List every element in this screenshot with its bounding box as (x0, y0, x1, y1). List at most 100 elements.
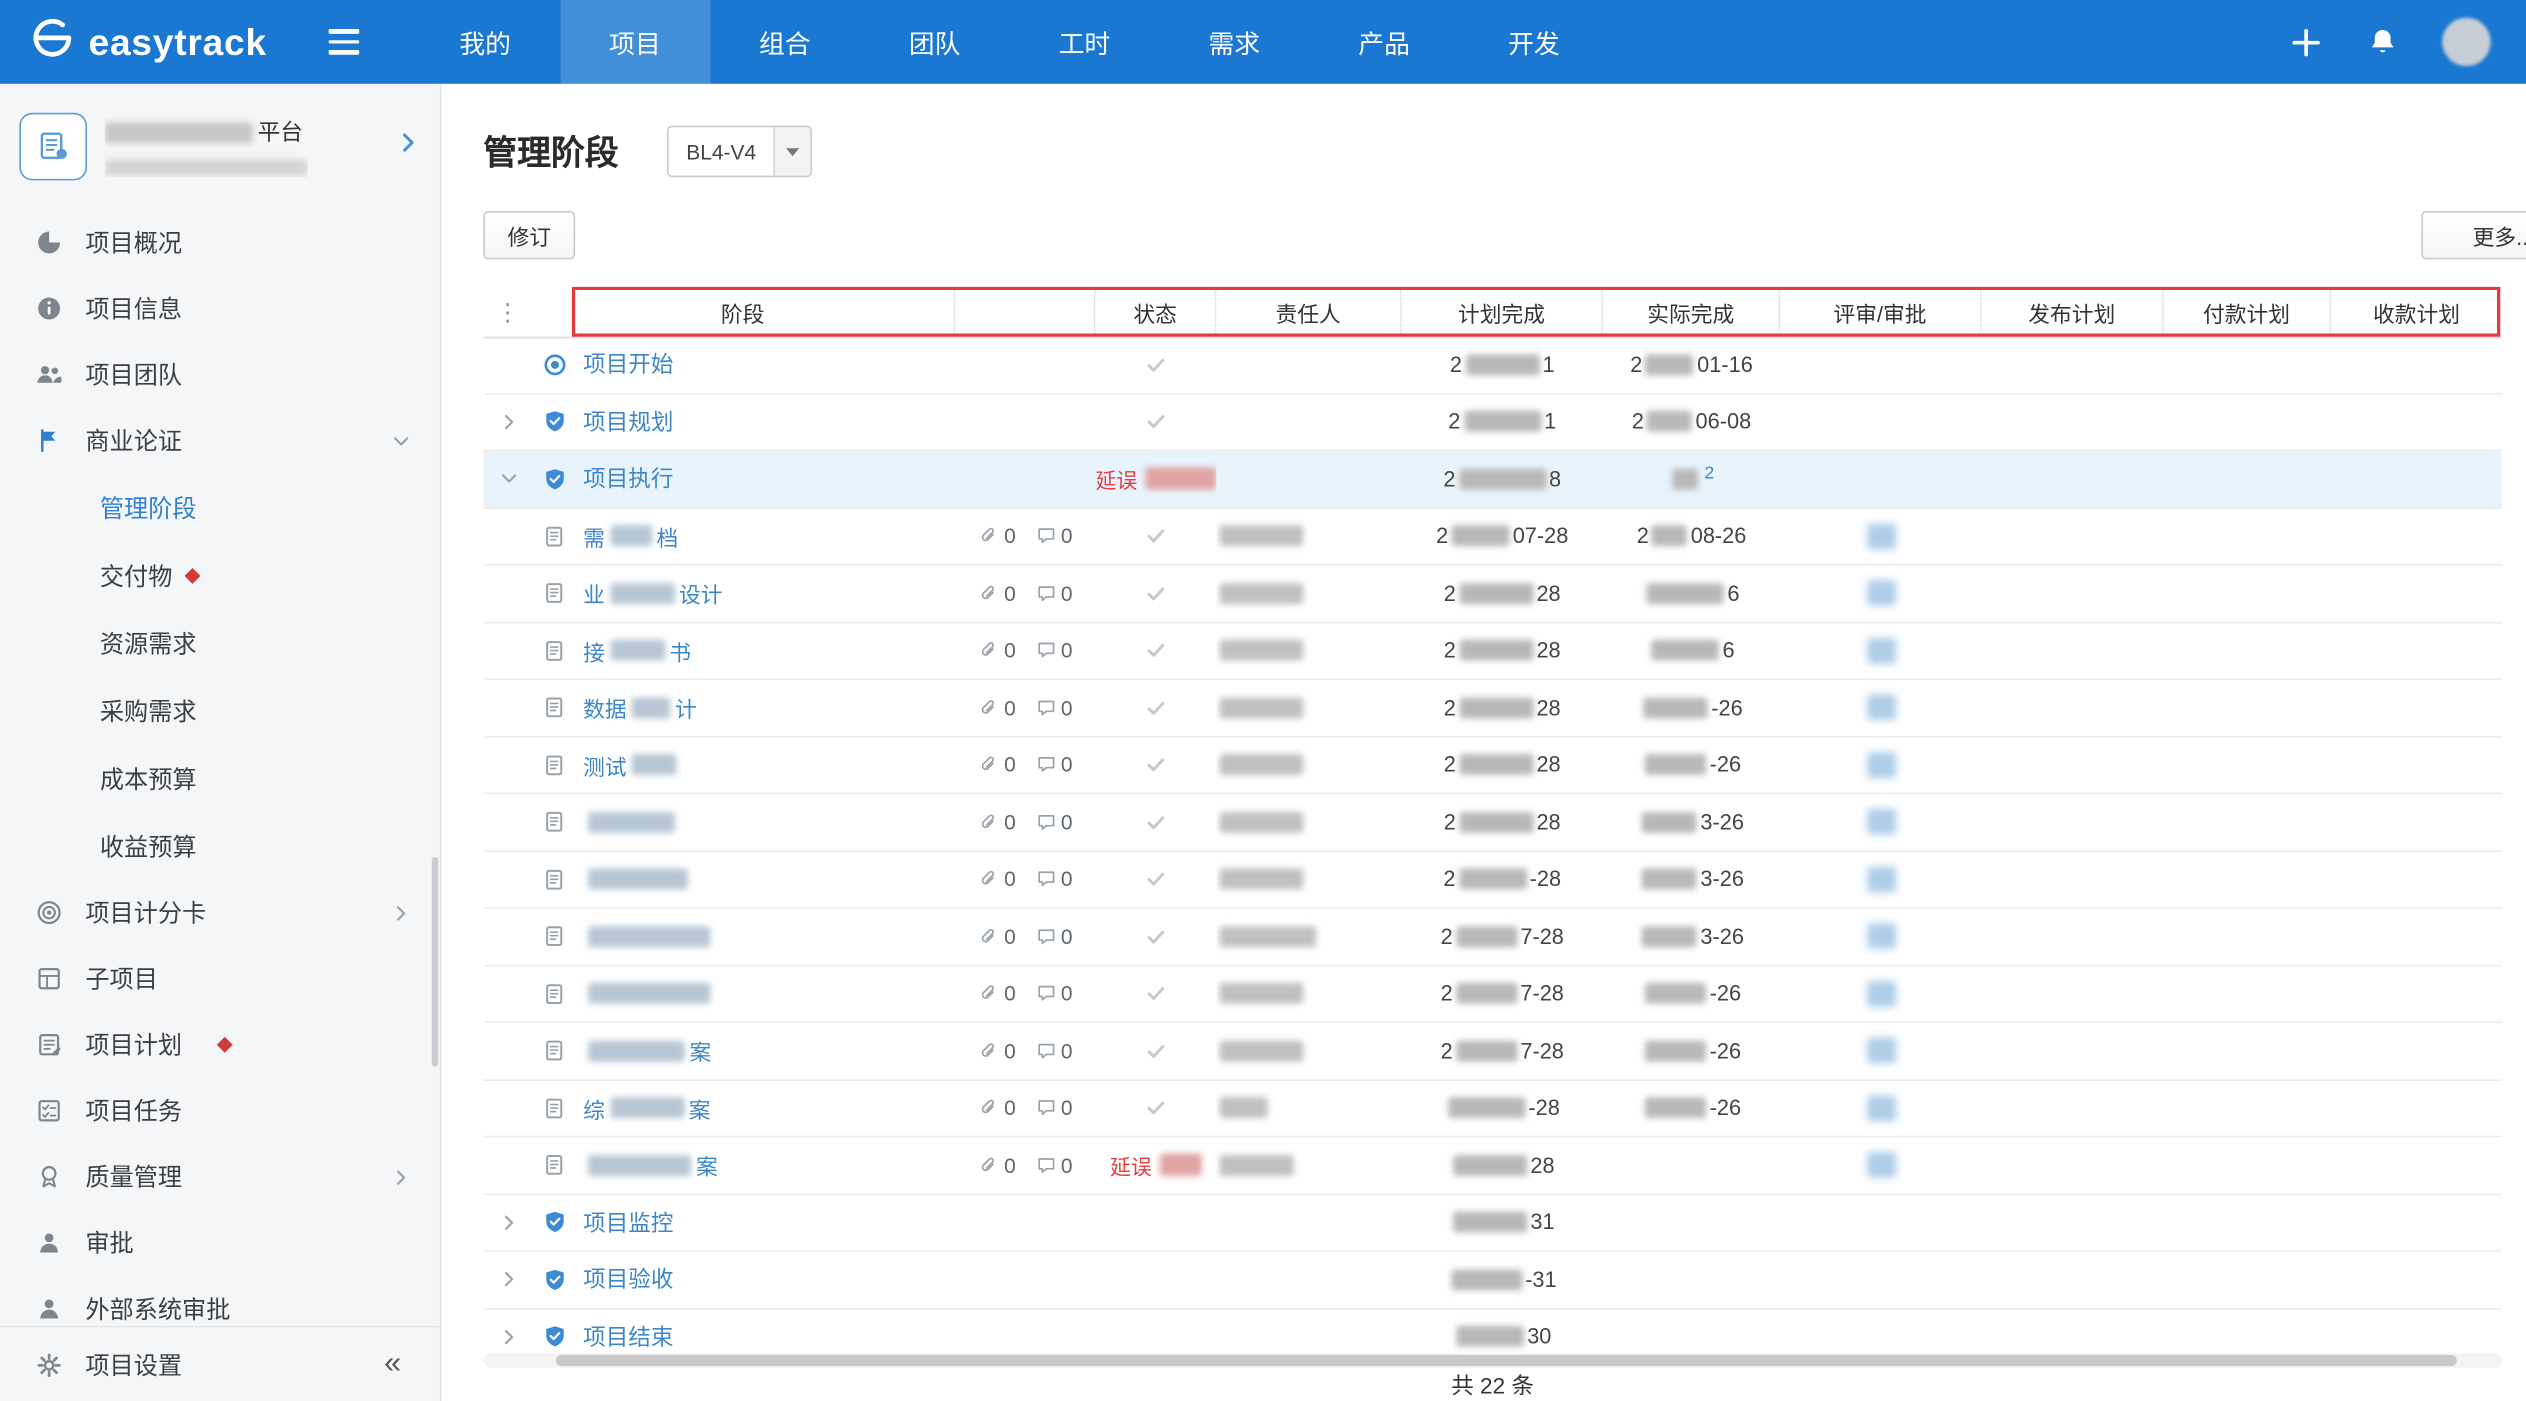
phase-name-link[interactable]: 项目规划 (583, 406, 673, 438)
collapse-sidebar-icon[interactable]: « (384, 1347, 401, 1382)
phase-name-link[interactable]: 项目验收 (583, 1263, 673, 1295)
col-review[interactable]: 评审/审批 (1780, 287, 1981, 337)
phase-name-link[interactable]: 项目执行 (583, 463, 673, 495)
col-stage[interactable]: ⋮阶段 (483, 287, 955, 337)
project-switcher-chevron-icon[interactable] (396, 130, 420, 162)
sidebar-item[interactable]: 项目信息 (0, 275, 440, 341)
attachment-count[interactable]: 0 (978, 696, 1015, 720)
table-row[interactable]: 接书002286 (483, 623, 2502, 680)
sidebar-subitem[interactable]: 交付物 (0, 541, 440, 609)
nav-item-4[interactable]: 团队 (860, 0, 1010, 84)
table-row[interactable]: 0027-28-26 (483, 966, 2502, 1023)
comment-count[interactable]: 0 (1035, 1153, 1072, 1177)
comment-count[interactable]: 0 (1035, 753, 1072, 777)
comment-count[interactable]: 0 (1035, 982, 1072, 1006)
phase-name-link[interactable] (583, 983, 715, 1004)
phase-name-link[interactable]: 项目开始 (583, 348, 673, 380)
table-row[interactable]: 综案00-28-26 (483, 1080, 2502, 1137)
sidebar-subitem[interactable]: 收益预算 (0, 812, 440, 880)
table-row[interactable]: 项目监控31 (483, 1195, 2502, 1252)
project-switcher[interactable]: 平台 (0, 84, 440, 210)
sidebar-scrollbar[interactable] (432, 857, 438, 1066)
sidebar-item[interactable]: 项目计分卡 (0, 880, 440, 946)
phase-name-link[interactable] (583, 926, 715, 947)
row-handle-icon[interactable]: ⋮ (483, 297, 531, 326)
sidebar-item[interactable]: 子项目 (0, 946, 440, 1012)
col-owner[interactable]: 责任人 (1216, 287, 1401, 337)
table-row[interactable]: 需档00207-28208-26 (483, 508, 2502, 565)
sidebar-item-project-settings[interactable]: 项目设置 « (0, 1326, 440, 1401)
chevron-right-icon[interactable] (493, 1327, 525, 1346)
sidebar-item[interactable]: 项目概况 (0, 209, 440, 275)
phase-name-link[interactable]: 业设计 (583, 577, 722, 609)
col-release-plan[interactable]: 发布计划 (1982, 287, 2164, 337)
col-status[interactable]: 状态 (1095, 287, 1216, 337)
sidebar-subitem[interactable]: 资源需求 (0, 609, 440, 677)
attachment-count[interactable]: 0 (978, 810, 1015, 834)
col-plan-finish[interactable]: 计划完成 (1402, 287, 1603, 337)
table-row[interactable]: 项目执行延误282 (483, 451, 2502, 508)
sidebar-item[interactable]: 商业论证 (0, 408, 440, 474)
comment-count[interactable]: 0 (1035, 924, 1072, 948)
table-row[interactable]: 项目结束30 (483, 1309, 2502, 1355)
comment-count[interactable]: 0 (1035, 810, 1072, 834)
sidebar-subitem[interactable]: 管理阶段 (0, 474, 440, 542)
chevron-right-icon[interactable] (493, 1270, 525, 1289)
chevron-right-icon[interactable] (493, 412, 525, 431)
chevron-down-icon[interactable] (493, 469, 525, 488)
sidebar-item[interactable]: 项目任务 (0, 1078, 440, 1144)
comment-count[interactable]: 0 (1035, 867, 1072, 891)
horizontal-scrollbar-thumb[interactable] (556, 1355, 2457, 1366)
add-icon[interactable] (2289, 25, 2323, 59)
phase-name-link[interactable]: 项目结束 (583, 1321, 673, 1353)
phase-name-link[interactable]: 数据计 (583, 692, 697, 724)
comment-count[interactable]: 0 (1035, 1096, 1072, 1120)
nav-item-6[interactable]: 需求 (1159, 0, 1309, 84)
table-row[interactable]: 案00延误28 (483, 1137, 2502, 1194)
attachment-count[interactable]: 0 (978, 524, 1015, 548)
sidebar-subitem[interactable]: 成本预算 (0, 744, 440, 812)
attachment-count[interactable]: 0 (978, 924, 1015, 948)
table-row[interactable]: 项目规划21206-08 (483, 394, 2502, 451)
phase-name-link[interactable]: 接书 (583, 634, 691, 666)
table-row[interactable]: 002-283-26 (483, 851, 2502, 908)
nav-item-2[interactable]: 项目 (560, 0, 710, 84)
comment-count[interactable]: 0 (1035, 638, 1072, 662)
table-row[interactable]: 0027-283-26 (483, 909, 2502, 966)
comment-count[interactable]: 0 (1035, 1039, 1072, 1063)
attachment-count[interactable]: 0 (978, 1153, 1015, 1177)
attachment-count[interactable]: 0 (978, 753, 1015, 777)
attachment-count[interactable]: 0 (978, 581, 1015, 605)
attachment-count[interactable]: 0 (978, 982, 1015, 1006)
col-payment-plan[interactable]: 付款计划 (2164, 287, 2332, 337)
col-receipt-plan[interactable]: 收款计划 (2331, 287, 2502, 337)
sidebar-item[interactable]: 审批 (0, 1210, 440, 1276)
attachment-count[interactable]: 0 (978, 867, 1015, 891)
table-row[interactable]: 案0027-28-26 (483, 1023, 2502, 1080)
table-row[interactable]: 项目开始21201-16 (483, 337, 2502, 394)
nav-item-1[interactable]: 我的 (410, 0, 560, 84)
user-avatar[interactable] (2442, 18, 2490, 66)
phase-name-link[interactable] (583, 812, 680, 833)
table-row[interactable]: 002283-26 (483, 794, 2502, 851)
attachment-count[interactable]: 0 (978, 638, 1015, 662)
comment-count[interactable]: 0 (1035, 524, 1072, 548)
attachment-count[interactable]: 0 (978, 1096, 1015, 1120)
phase-name-link[interactable]: 项目监控 (583, 1206, 673, 1238)
table-row[interactable]: 业设计002286 (483, 565, 2502, 622)
phase-name-link[interactable]: 测试 (583, 749, 681, 781)
sidebar-item[interactable]: 外部系统审批 (0, 1276, 440, 1328)
nav-item-7[interactable]: 产品 (1309, 0, 1459, 84)
nav-item-8[interactable]: 开发 (1459, 0, 1609, 84)
col-attachments[interactable] (955, 287, 1095, 337)
nav-item-3[interactable]: 组合 (710, 0, 860, 84)
phase-name-link[interactable] (583, 869, 693, 890)
comment-count[interactable]: 0 (1035, 581, 1072, 605)
table-row[interactable]: 数据计00228-26 (483, 680, 2502, 737)
phase-name-link[interactable]: 案 (583, 1035, 711, 1067)
more-button[interactable]: 更多... (2421, 211, 2526, 259)
table-row[interactable]: 项目验收-31 (483, 1252, 2502, 1309)
sidebar-item[interactable]: 项目计划 (0, 1012, 440, 1078)
revise-button[interactable]: 修订 (483, 211, 575, 259)
phase-name-link[interactable]: 案 (583, 1149, 718, 1181)
